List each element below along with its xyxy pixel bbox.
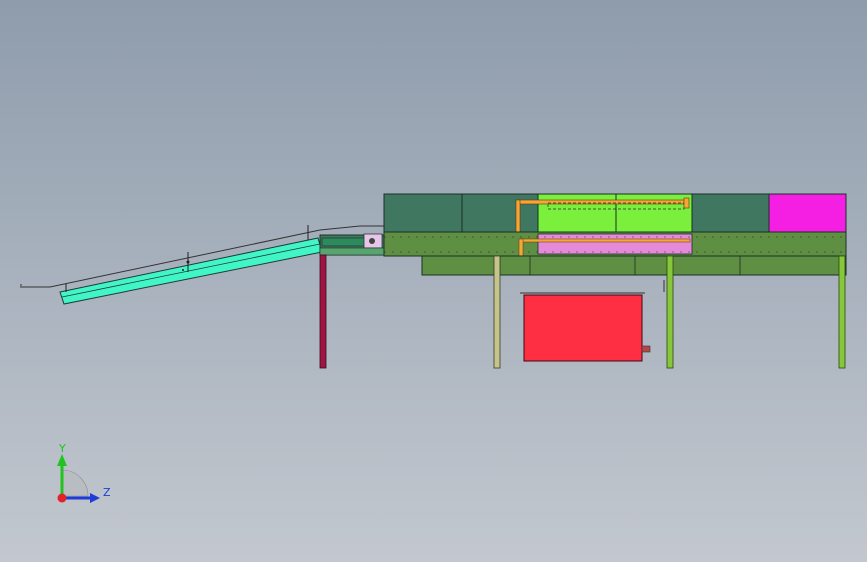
incline-conveyor[interactable] <box>59 225 323 305</box>
triad-quadrant <box>61 469 89 497</box>
x-axis-dot <box>57 493 67 503</box>
main-frame[interactable] <box>383 231 847 257</box>
y-axis-label: Y <box>59 442 66 455</box>
axis-triad <box>57 454 100 503</box>
leg-right[interactable] <box>838 255 846 369</box>
transfer-unit[interactable] <box>319 233 385 256</box>
z-axis-arrow <box>90 493 100 503</box>
y-axis-arrow <box>57 454 67 466</box>
leg-mid-right[interactable] <box>666 255 674 369</box>
lower-housing[interactable] <box>421 255 847 276</box>
oven-chambers[interactable] <box>383 193 847 233</box>
leg-left[interactable] <box>319 254 327 369</box>
water-tank[interactable] <box>520 280 665 362</box>
leg-mid-left[interactable] <box>493 255 501 369</box>
z-axis-label: Z <box>103 486 111 499</box>
cad-viewport[interactable]: Y Z <box>0 0 867 562</box>
assembly-side-view[interactable] <box>0 0 867 562</box>
